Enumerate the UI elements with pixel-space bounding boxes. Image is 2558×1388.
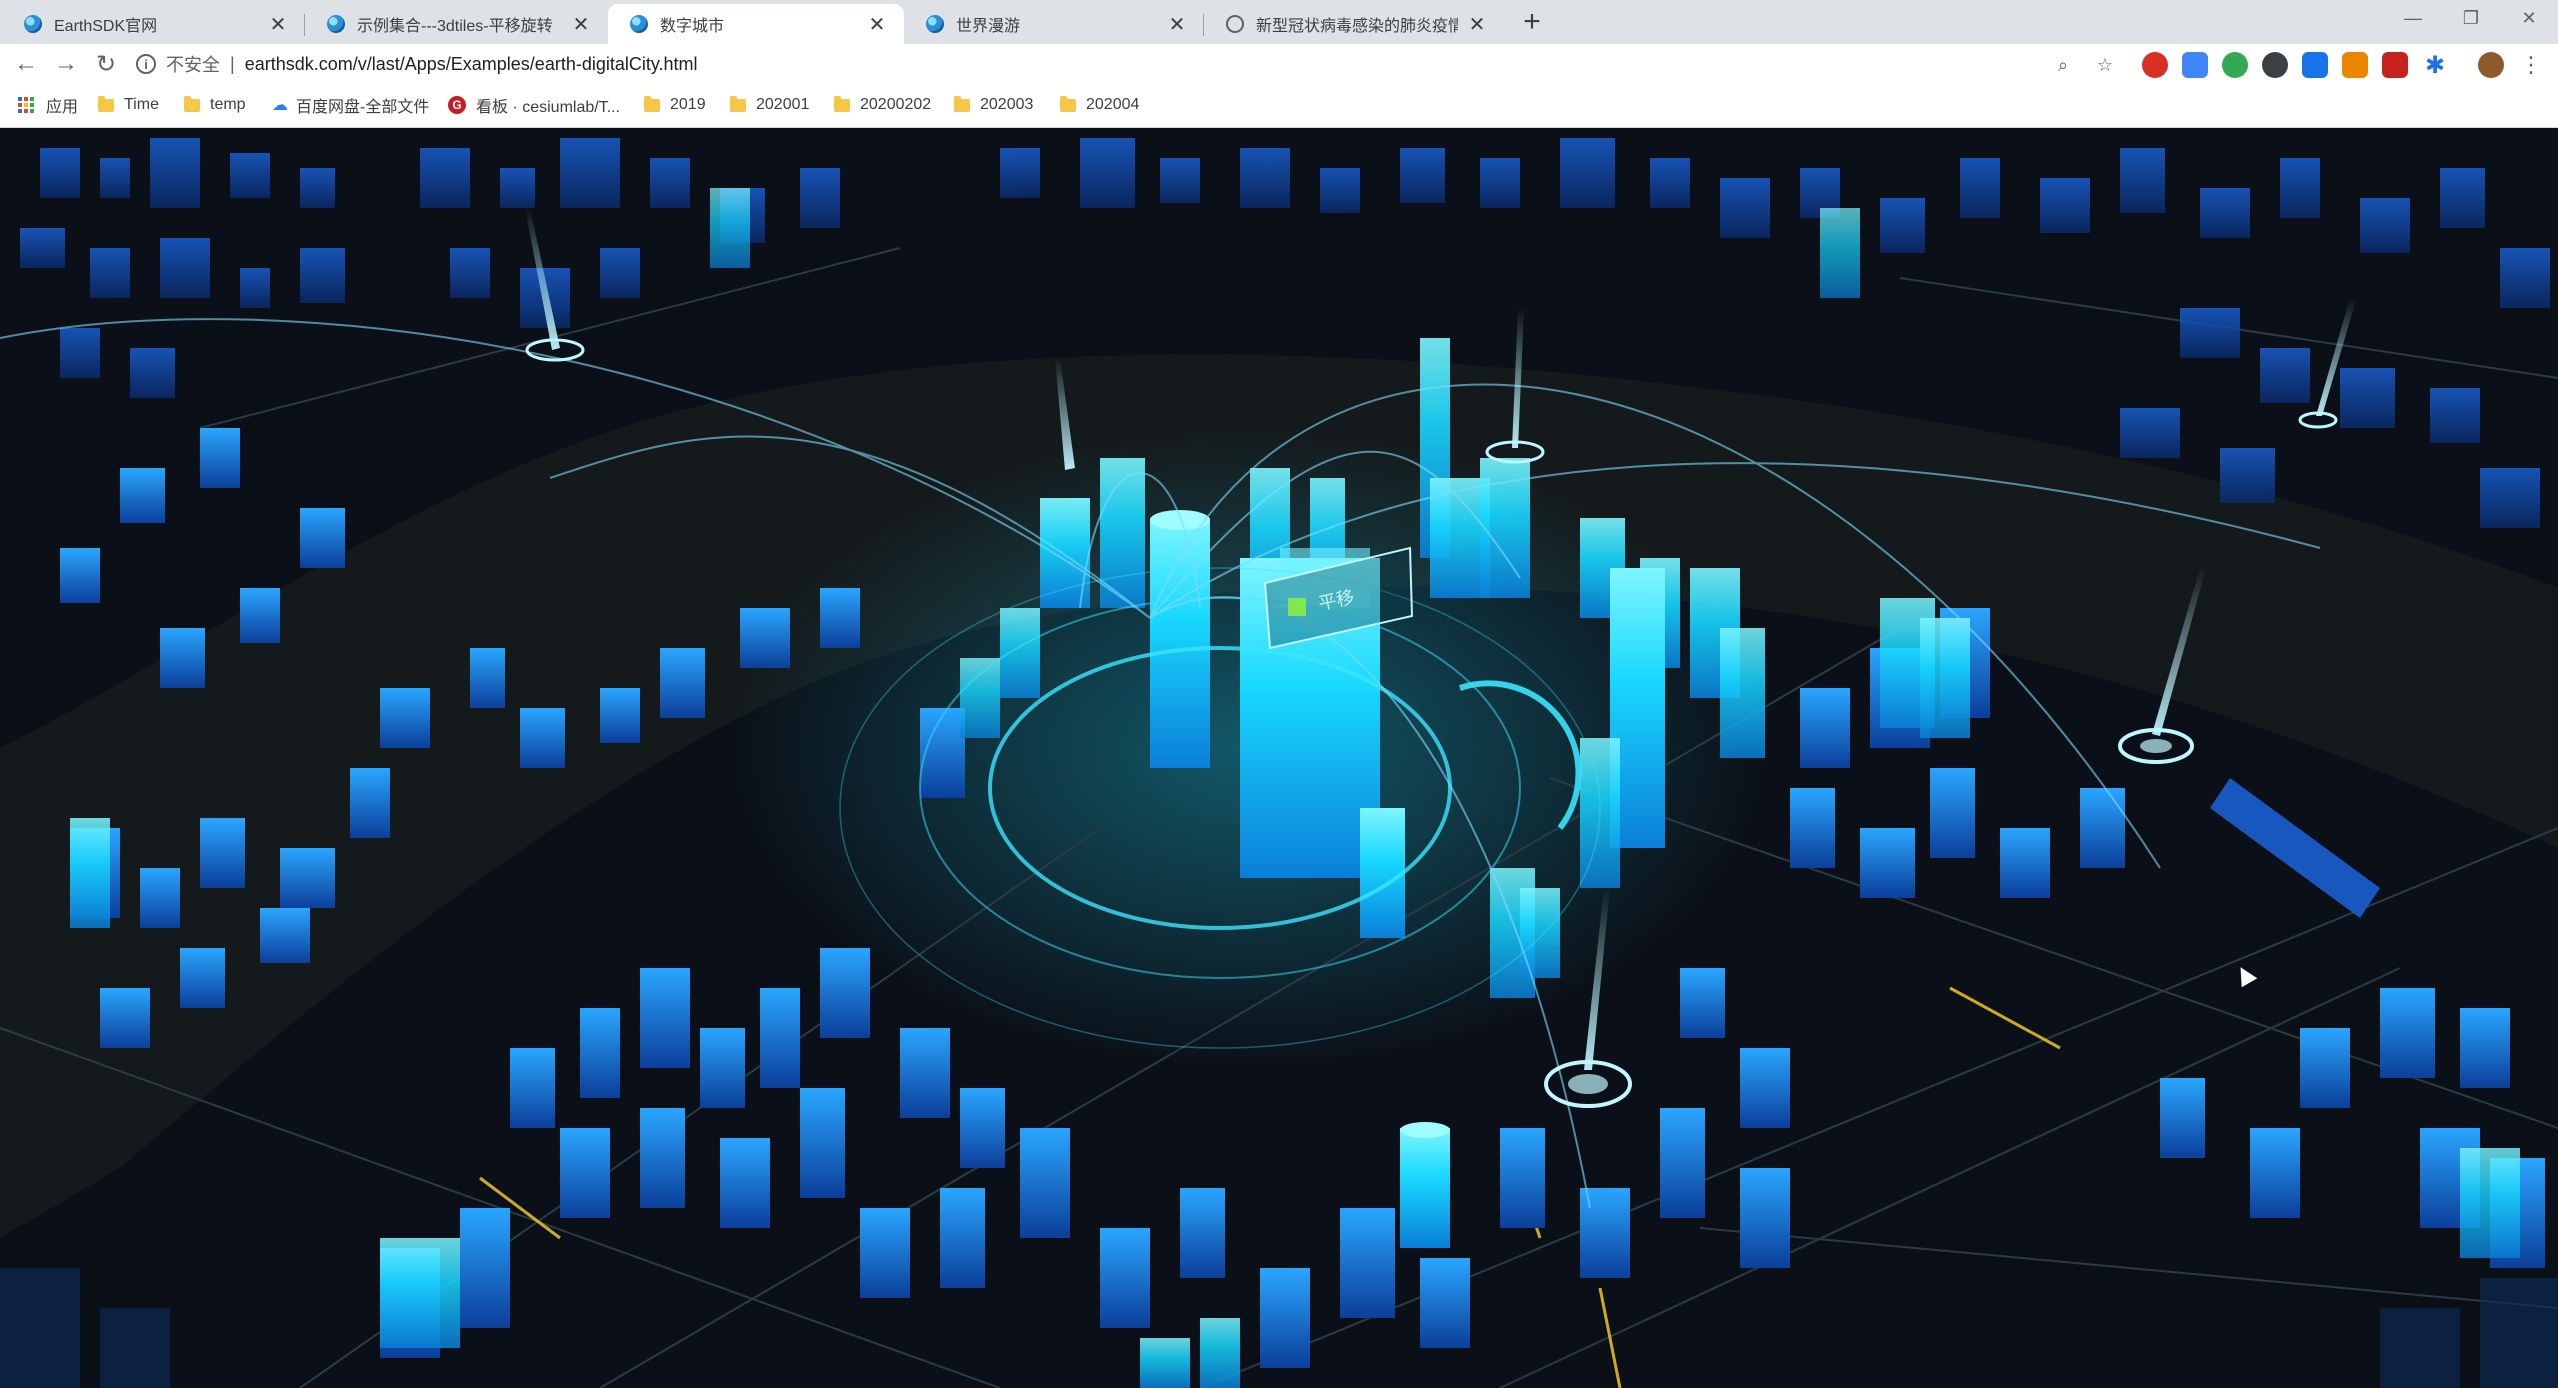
tab-title: 示例集合---3dtiles-平移旋转 — [357, 18, 553, 35]
bookmark-202004[interactable]: 202004 — [1060, 84, 1139, 126]
tab-title: 数字城市 — [660, 18, 725, 35]
bookmark-label: 202001 — [756, 96, 810, 113]
earthsdk-favicon-icon — [24, 15, 42, 33]
earthsdk-favicon-icon — [327, 15, 345, 33]
bookmark-label: temp — [210, 96, 246, 113]
digital-city-scene: 平移 — [0, 128, 2558, 1388]
tab-world-roaming[interactable]: 世界漫游 ✕ — [904, 4, 1204, 44]
bookmark-label: 百度网盘-全部文件 — [296, 99, 430, 116]
separator: | — [230, 53, 235, 74]
bookmark-baidu-netdisk[interactable]: ☁ 百度网盘-全部文件 — [272, 84, 429, 126]
extension-icon[interactable] — [2142, 52, 2168, 78]
earthsdk-favicon-icon — [926, 15, 944, 33]
extension-icon[interactable] — [2302, 52, 2328, 78]
close-window-button[interactable]: ✕ — [2494, 0, 2558, 36]
tab-earthsdk-home[interactable]: EarthSDK官网 ✕ — [2, 4, 305, 44]
folder-icon — [954, 95, 970, 112]
tab-examples-3dtiles[interactable]: 示例集合---3dtiles-平移旋转 ✕ — [305, 4, 608, 44]
extension-icon[interactable] — [2222, 52, 2248, 78]
bookmark-20200202[interactable]: 20200202 — [834, 84, 931, 126]
extension-icon[interactable] — [2262, 52, 2288, 78]
globe-icon — [1226, 15, 1244, 33]
close-icon[interactable]: ✕ — [1166, 13, 1188, 36]
info-icon[interactable]: i — [136, 54, 156, 74]
new-tab-button[interactable]: + — [1516, 5, 1548, 38]
bookmark-label: 看板 · cesiumlab/T... — [476, 99, 621, 116]
bookmark-202003[interactable]: 202003 — [954, 84, 1033, 126]
bookmark-label: 2019 — [670, 96, 706, 113]
extension-icon[interactable] — [2342, 52, 2368, 78]
bookmark-label: Time — [124, 96, 159, 113]
bookmark-temp[interactable]: temp — [184, 84, 246, 126]
close-icon[interactable]: ✕ — [267, 13, 289, 36]
tab-covid-analysis[interactable]: 新型冠状病毒感染的肺炎疫情分 ✕ — [1204, 4, 1504, 44]
extension-icon[interactable]: ✱ — [2422, 52, 2448, 79]
folder-icon — [98, 95, 114, 112]
zoom-icon[interactable]: ⌕ — [2050, 52, 2076, 78]
menu-icon[interactable]: ⋮ — [2518, 52, 2544, 78]
bookmark-label: 20200202 — [860, 96, 932, 113]
reload-button[interactable]: ↻ — [90, 48, 122, 80]
bookmark-time[interactable]: Time — [98, 84, 159, 126]
folder-icon — [644, 95, 660, 112]
forward-button[interactable]: → — [50, 48, 82, 80]
address-bar[interactable]: i 不安全 | earthsdk.com/v/last/Apps/Example… — [136, 47, 2096, 81]
extension-icon[interactable] — [2382, 52, 2408, 78]
tab-digital-city[interactable]: 数字城市 ✕ — [608, 4, 904, 44]
close-icon[interactable]: ✕ — [866, 13, 888, 36]
apps-grid-icon — [18, 97, 34, 113]
star-icon[interactable]: ☆ — [2092, 52, 2118, 78]
folder-icon — [184, 95, 200, 112]
bookmark-apps[interactable]: 应用 — [18, 84, 78, 126]
tab-title: 新型冠状病毒感染的肺炎疫情分 — [1256, 18, 1458, 35]
security-label: 不安全 — [166, 55, 220, 75]
url-text: earthsdk.com/v/last/Apps/Examples/earth-… — [244, 53, 698, 74]
bookmark-label: 应用 — [46, 99, 79, 116]
browser-toolbar: ← → ↻ i 不安全 | earthsdk.com/v/last/Apps/E… — [0, 44, 2558, 84]
tab-title: EarthSDK官网 — [54, 18, 158, 35]
avatar[interactable] — [2478, 52, 2504, 78]
folder-icon — [730, 95, 746, 112]
bookmark-cesiumlab[interactable]: G 看板 · cesiumlab/T... — [448, 84, 620, 126]
extension-icon[interactable] — [2182, 52, 2208, 78]
close-icon[interactable]: ✕ — [570, 13, 592, 36]
bookmark-label: 202003 — [980, 96, 1034, 113]
close-icon[interactable]: ✕ — [1466, 13, 1488, 36]
bookmark-202001[interactable]: 202001 — [730, 84, 809, 126]
back-button[interactable]: ← — [10, 48, 42, 80]
bookmarks-bar: 应用 Time temp ☁ 百度网盘-全部文件 G 看板 · cesiumla… — [0, 84, 2558, 128]
bookmark-label: 202004 — [1086, 96, 1140, 113]
folder-icon — [1060, 95, 1076, 112]
tab-strip: EarthSDK官网 ✕ 示例集合---3dtiles-平移旋转 ✕ 数字城市 … — [0, 0, 2558, 45]
earthsdk-favicon-icon — [630, 15, 648, 33]
folder-icon — [834, 95, 850, 112]
gitee-icon: G — [448, 96, 466, 114]
map-viewport[interactable]: 平移 — [0, 128, 2558, 1388]
bookmark-2019[interactable]: 2019 — [644, 84, 706, 126]
baidu-netdisk-icon: ☁ — [272, 97, 288, 114]
tab-title: 世界漫游 — [956, 18, 1021, 35]
